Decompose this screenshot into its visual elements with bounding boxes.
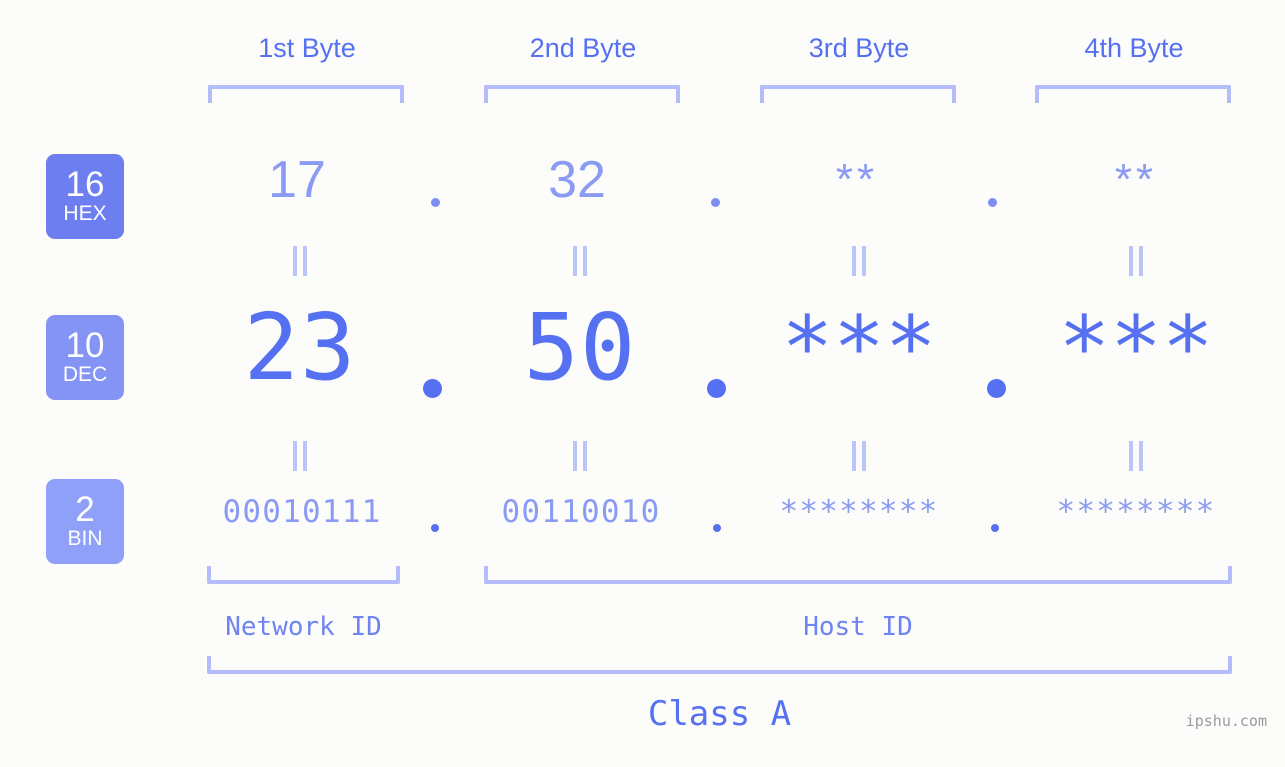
bin-dot-2 — [713, 524, 721, 532]
equals-mark-dec-bin-2 — [480, 441, 680, 471]
host-id-label: Host ID — [803, 612, 913, 642]
byte-bracket-4 — [1035, 85, 1231, 103]
bin-dot-3 — [991, 524, 999, 532]
dec-byte-4: *** — [1058, 298, 1214, 398]
equals-mark-hex-dec-1 — [200, 246, 400, 276]
base-badge-hex: 16 HEX — [46, 154, 124, 239]
ip-byte-diagram: 1st Byte 2nd Byte 3rd Byte 4th Byte 16 H… — [0, 0, 1285, 767]
base-badge-hex-label: HEX — [63, 202, 107, 225]
dec-byte-1: 23 — [243, 294, 357, 401]
base-badge-dec-number: 10 — [65, 326, 105, 365]
watermark: ipshu.com — [1185, 712, 1267, 730]
dec-dot-2 — [707, 379, 726, 398]
base-badge-bin: 2 BIN — [46, 479, 124, 564]
hex-byte-3: ** — [835, 155, 879, 204]
bin-byte-3: ******** — [779, 494, 939, 530]
bin-byte-1: 00010111 — [222, 494, 382, 530]
byte-bracket-2 — [484, 85, 680, 103]
hex-dot-3 — [988, 198, 997, 207]
class-bracket — [207, 656, 1232, 674]
equals-mark-hex-dec-2 — [480, 246, 680, 276]
byte-bracket-1 — [208, 85, 404, 103]
hex-dot-2 — [711, 198, 720, 207]
base-badge-dec-label: DEC — [62, 363, 108, 386]
dec-byte-3: *** — [781, 298, 937, 398]
bin-byte-4: ******** — [1056, 494, 1216, 530]
class-label: Class A — [647, 694, 792, 734]
base-badge-hex-number: 16 — [65, 165, 105, 204]
hex-byte-1: 17 — [268, 151, 326, 209]
network-id-bracket — [207, 566, 400, 584]
base-badge-dec: 10 DEC — [46, 315, 124, 400]
byte-bracket-3 — [760, 85, 956, 103]
byte-header-3: 3rd Byte — [808, 33, 910, 63]
hex-byte-2: 32 — [548, 151, 606, 209]
byte-header-1: 1st Byte — [258, 33, 356, 63]
equals-mark-dec-bin-1 — [200, 441, 400, 471]
bin-byte-2: 00110010 — [501, 494, 661, 530]
network-id-label: Network ID — [225, 612, 382, 642]
equals-mark-hex-dec-4 — [1036, 246, 1236, 276]
byte-header-2: 2nd Byte — [529, 33, 637, 63]
hex-dot-1 — [431, 198, 440, 207]
byte-header-4: 4th Byte — [1084, 33, 1184, 63]
base-badge-bin-label: BIN — [67, 527, 103, 550]
equals-mark-hex-dec-3 — [759, 246, 959, 276]
hex-byte-4: ** — [1114, 155, 1158, 204]
dec-dot-3 — [987, 379, 1006, 398]
equals-mark-dec-bin-4 — [1036, 441, 1236, 471]
base-badge-bin-number: 2 — [75, 490, 95, 529]
equals-mark-dec-bin-3 — [759, 441, 959, 471]
host-id-bracket — [484, 566, 1232, 584]
dec-dot-1 — [423, 379, 442, 398]
dec-byte-2: 50 — [523, 294, 637, 401]
bin-dot-1 — [431, 524, 439, 532]
